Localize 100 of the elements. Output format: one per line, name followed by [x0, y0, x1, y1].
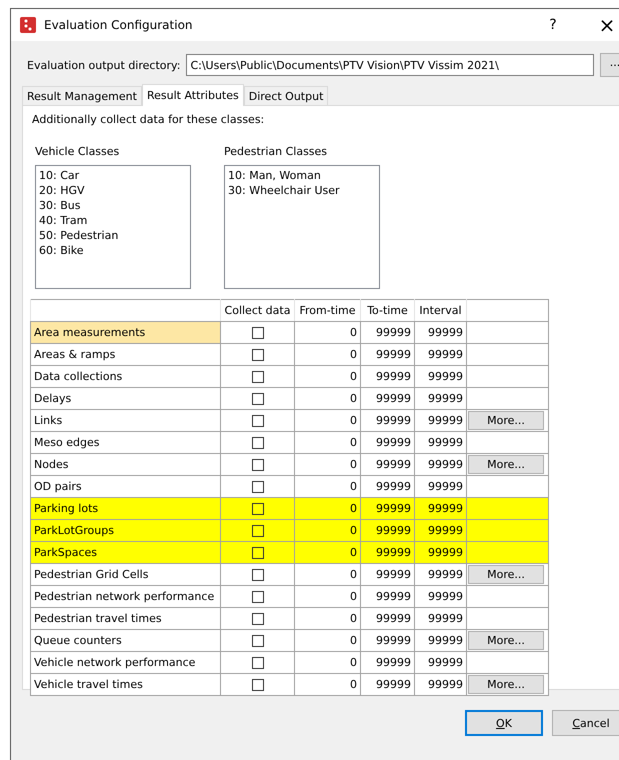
dialog-button[interactable]: OK: [465, 710, 543, 736]
tab[interactable]: Result Attributes: [142, 84, 244, 106]
table-cell: 99999: [360, 432, 414, 454]
more-button[interactable]: More...: [468, 411, 544, 430]
more-button[interactable]: More...: [468, 675, 544, 694]
row-label-cell[interactable]: Pedestrian network performance: [30, 586, 220, 608]
row-label-cell[interactable]: Pedestrian travel times: [30, 608, 220, 630]
table-cell: 99999: [414, 410, 466, 432]
table-cell: 0: [294, 388, 360, 410]
row-label-cell[interactable]: Pedestrian Grid Cells: [30, 564, 220, 586]
dialog-button[interactable]: Cancel: [552, 710, 619, 736]
checkbox[interactable]: [252, 480, 264, 493]
table-cell: 99999: [414, 674, 466, 696]
checkbox[interactable]: [252, 612, 264, 625]
table-cell: 99999: [414, 454, 466, 476]
row-label-cell[interactable]: OD pairs: [30, 476, 220, 498]
table-cell: 99999: [414, 366, 466, 388]
table-cell: 99999: [414, 608, 466, 630]
table-cell: 99999: [360, 454, 414, 476]
table-cell: 0: [294, 652, 360, 674]
row-label-cell[interactable]: Links: [30, 410, 220, 432]
table-cell: 99999: [360, 564, 414, 586]
list-item[interactable]: 20: HGV: [39, 183, 187, 198]
checkbox[interactable]: [252, 524, 264, 537]
table-cell: 99999: [360, 476, 414, 498]
table-cell: 99999: [414, 520, 466, 542]
checkbox[interactable]: [252, 348, 264, 361]
checkbox[interactable]: [252, 634, 264, 647]
list-item[interactable]: 40: Tram: [39, 213, 187, 228]
checkbox[interactable]: [252, 458, 264, 471]
row-label-cell[interactable]: Data collections: [30, 366, 220, 388]
table-cell: 99999: [360, 322, 414, 344]
table-cell: 99999: [414, 432, 466, 454]
table-cell: 99999: [414, 542, 466, 564]
table-cell: 0: [294, 322, 360, 344]
table-cell: 0: [294, 344, 360, 366]
list-label: Pedestrian Classes: [224, 145, 328, 158]
table-cell: 99999: [414, 322, 466, 344]
close-button[interactable]: ×: [584, 9, 619, 41]
row-label-cell[interactable]: Vehicle travel times: [30, 674, 220, 696]
list-item[interactable]: 10: Man, Woman: [228, 168, 376, 183]
list-label: Vehicle Classes: [35, 145, 120, 158]
help-button[interactable]: ?: [530, 9, 576, 41]
list-item[interactable]: 60: Bike: [39, 243, 187, 258]
checkbox[interactable]: [252, 392, 264, 405]
row-label-cell[interactable]: Meso edges: [30, 432, 220, 454]
table-cell: 99999: [360, 608, 414, 630]
row-label-cell[interactable]: Areas & ramps: [30, 344, 220, 366]
list-item[interactable]: 10: Car: [39, 168, 187, 183]
tab[interactable]: Direct Output: [244, 86, 328, 105]
field-label: Evaluation output directory:: [27, 58, 180, 72]
table-cell: 99999: [360, 542, 414, 564]
tab[interactable]: Result Management: [22, 86, 142, 105]
app-logo-icon: [20, 17, 36, 33]
checkbox[interactable]: [252, 326, 264, 339]
table-cell: 0: [294, 608, 360, 630]
row-label-cell[interactable]: Queue counters: [30, 630, 220, 652]
checkbox[interactable]: [252, 546, 264, 559]
more-button[interactable]: More...: [468, 631, 544, 650]
row-label-cell[interactable]: ParkSpaces: [30, 542, 220, 564]
table-cell: 0: [294, 476, 360, 498]
checkbox[interactable]: [252, 568, 264, 581]
row-label-cell[interactable]: Delays: [30, 388, 220, 410]
window-title: Evaluation Configuration: [44, 18, 194, 32]
row-label-cell[interactable]: ParkLotGroups: [30, 520, 220, 542]
table-cell: 99999: [360, 344, 414, 366]
table-cell: 0: [294, 520, 360, 542]
table-cell: 0: [294, 498, 360, 520]
checkbox[interactable]: [252, 436, 264, 449]
checkbox[interactable]: [252, 414, 264, 427]
table-cell: 99999: [360, 366, 414, 388]
row-label-cell[interactable]: Nodes: [30, 454, 220, 476]
table-cell: 99999: [414, 630, 466, 652]
table-cell: 0: [294, 542, 360, 564]
row-label-cell[interactable]: Parking lots: [30, 498, 220, 520]
table-cell: 0: [294, 454, 360, 476]
checkbox[interactable]: [252, 678, 264, 691]
more-button[interactable]: More...: [468, 565, 544, 584]
checkbox[interactable]: [252, 590, 264, 603]
browse-button[interactable]: ...: [600, 53, 619, 77]
table-cell: 99999: [360, 498, 414, 520]
row-label-cell[interactable]: Vehicle network performance: [30, 652, 220, 674]
list-item[interactable]: 30: Wheelchair User: [228, 183, 376, 198]
list-item[interactable]: 50: Pedestrian: [39, 228, 187, 243]
column-header: From-time: [294, 300, 360, 322]
list-item[interactable]: 30: Bus: [39, 198, 187, 213]
column-header: Interval: [414, 300, 466, 322]
row-label-cell[interactable]: Area measurements: [30, 322, 220, 344]
table-cell: 99999: [360, 388, 414, 410]
table-cell: 99999: [414, 586, 466, 608]
checkbox[interactable]: [252, 502, 264, 515]
table-cell: 0: [294, 674, 360, 696]
directory-field[interactable]: C:\Users\Public\Documents\PTV Vision\PTV Vissim 2021\: [186, 54, 594, 76]
checkbox[interactable]: [252, 370, 264, 383]
table-cell: 0: [294, 432, 360, 454]
more-button[interactable]: More...: [468, 455, 544, 474]
checkbox[interactable]: [252, 656, 264, 669]
table-cell: 99999: [360, 674, 414, 696]
table-cell: 99999: [414, 388, 466, 410]
table-cell: 99999: [360, 410, 414, 432]
